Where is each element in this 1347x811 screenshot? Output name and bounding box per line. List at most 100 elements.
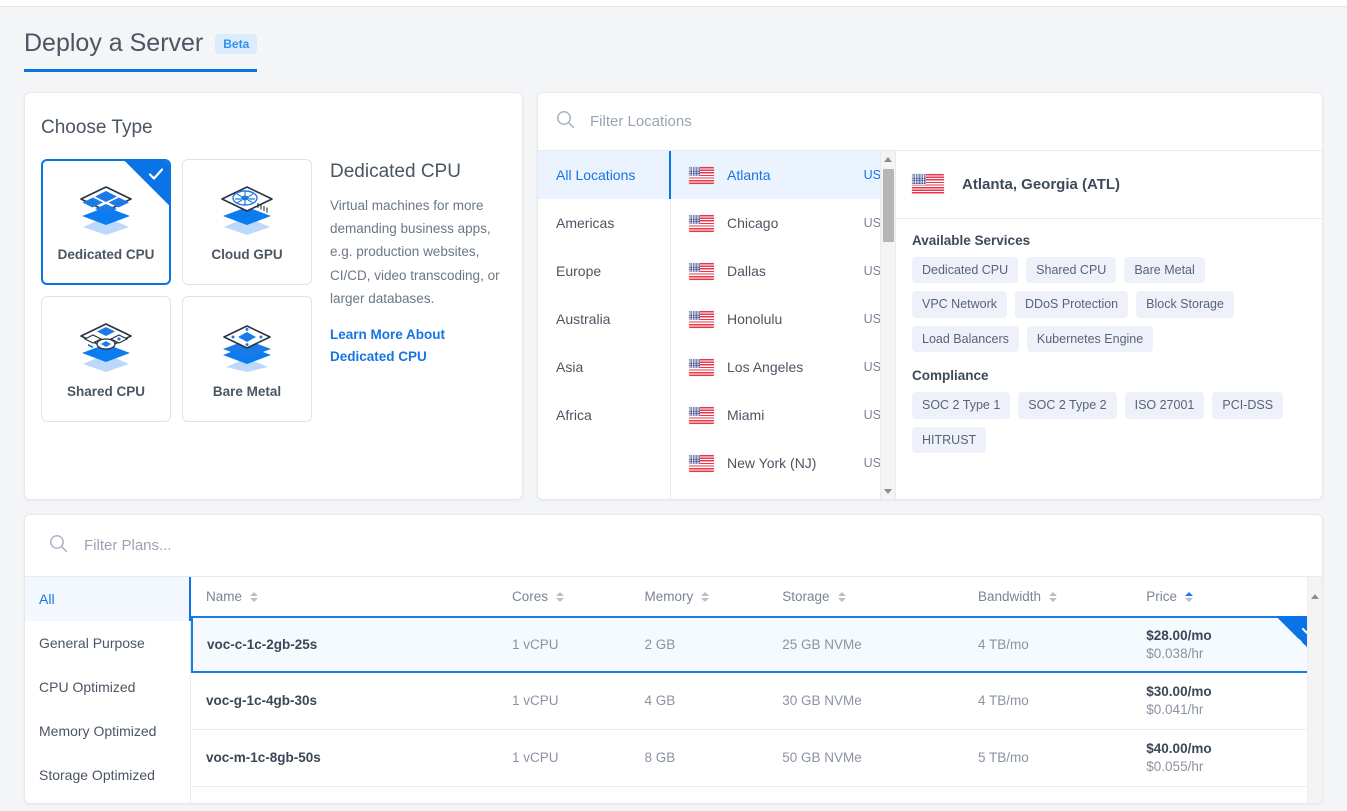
region-item-asia[interactable]: Asia	[538, 343, 670, 391]
service-chip: VPC Network	[912, 291, 1008, 318]
city-item-dallas[interactable]: Dallas US	[671, 247, 895, 295]
type-option-label: Bare Metal	[212, 383, 282, 399]
plan-name: voc-g-1c-4gb-30s	[192, 672, 498, 730]
plan-search-bar	[25, 515, 1322, 577]
scroll-down-arrow-icon[interactable]	[884, 483, 892, 499]
table-row[interactable]: voc-c-1c-2gb-25s 1 vCPU 2 GB 25 GB NVMe …	[191, 616, 1322, 673]
column-header-price[interactable]: Price	[1132, 577, 1321, 618]
column-label: Price	[1146, 589, 1178, 604]
sort-icon[interactable]	[701, 591, 710, 602]
plan-category-memory-optimized[interactable]: Memory Optimized	[25, 709, 190, 753]
region-item-all-locations[interactable]: All Locations	[538, 151, 671, 199]
column-header-name[interactable]: Name	[192, 577, 498, 618]
column-header-bandwidth[interactable]: Bandwidth	[964, 577, 1133, 618]
plan-category-storage-optimized[interactable]: Storage Optimized	[25, 753, 190, 797]
search-icon	[556, 110, 575, 134]
scroll-up-arrow-icon[interactable]	[1311, 577, 1319, 599]
beta-badge: Beta	[215, 33, 258, 54]
location-details-panel: Atlanta, Georgia (ATL) Available Service…	[896, 151, 1322, 499]
city-country-code: US	[863, 360, 881, 374]
city-item-chicago[interactable]: Chicago US	[671, 199, 895, 247]
available-services-heading: Available Services	[912, 233, 1031, 248]
plan-storage: 25 GB NVMe	[768, 616, 965, 673]
region-label: Asia	[556, 359, 584, 375]
compliance-chip: HITRUST	[912, 426, 987, 453]
plan-category-general-purpose[interactable]: General Purpose	[25, 621, 190, 665]
type-option-dedicated-cpu[interactable]: Dedicated CPU	[41, 159, 171, 285]
sort-icon[interactable]	[1049, 591, 1058, 602]
column-header-storage[interactable]: Storage	[768, 577, 965, 618]
bare-metal-icon	[216, 320, 278, 377]
us-flag-icon	[689, 166, 714, 184]
region-item-africa[interactable]: Africa	[538, 391, 670, 439]
plan-category-label: Storage Optimized	[39, 767, 155, 783]
city-item-miami[interactable]: Miami US	[671, 391, 895, 439]
plan-memory: 4 GB	[630, 672, 769, 730]
scrollbar-track[interactable]	[881, 167, 895, 483]
city-item-los-angeles[interactable]: Los Angeles US	[671, 343, 895, 391]
city-list-scrollbar[interactable]	[880, 151, 895, 499]
plans-card: All General Purpose CPU Optimized Memory…	[24, 514, 1323, 804]
region-item-americas[interactable]: Americas	[538, 199, 670, 247]
table-row[interactable]: voc-g-1c-4gb-30s 1 vCPU 4 GB 30 GB NVMe …	[192, 672, 1321, 730]
shared-cpu-icon	[75, 320, 137, 377]
plan-price: $28.00/mo $0.038/hr	[1132, 616, 1322, 673]
compliance-heading: Compliance	[912, 368, 989, 384]
type-option-label: Cloud GPU	[211, 246, 283, 262]
type-option-label: Shared CPU	[66, 383, 146, 399]
us-flag-icon	[689, 406, 714, 424]
learn-more-link[interactable]: Learn More About Dedicated CPU	[330, 324, 506, 367]
service-chip: Block Storage	[1136, 291, 1234, 318]
location-search-input[interactable]	[588, 112, 1304, 131]
type-option-shared-cpu[interactable]: Shared CPU	[41, 296, 171, 422]
region-item-europe[interactable]: Europe	[538, 247, 670, 295]
column-label: Bandwidth	[978, 589, 1042, 604]
plan-bandwidth: 4 TB/mo	[964, 672, 1133, 730]
search-icon	[49, 534, 68, 558]
plan-price-monthly: $40.00/mo	[1146, 741, 1212, 756]
city-item-new-york-nj[interactable]: New York (NJ) US	[671, 439, 895, 487]
selected-check-icon	[125, 161, 169, 205]
compliance-chip: PCI-DSS	[1212, 392, 1284, 419]
sort-icon[interactable]	[250, 591, 259, 602]
plan-memory: 8 GB	[630, 729, 769, 787]
plan-category-all[interactable]: All	[25, 577, 191, 621]
plans-table-scrollbar[interactable]	[1307, 577, 1322, 803]
service-chip: Shared CPU	[1026, 257, 1117, 284]
us-flag-icon	[912, 174, 944, 195]
city-list[interactable]: Atlanta US Chicago US Dallas US Honolulu…	[671, 151, 896, 499]
scrollbar-thumb[interactable]	[883, 169, 894, 242]
type-option-cloud-gpu[interactable]: Cloud GPU	[182, 159, 312, 285]
city-name: Chicago	[727, 215, 779, 231]
region-label: Africa	[556, 407, 592, 423]
service-chip: Load Balancers	[912, 325, 1019, 353]
city-item-atlanta[interactable]: Atlanta US	[671, 151, 895, 199]
column-header-memory[interactable]: Memory	[630, 577, 769, 618]
page-body: Deploy a Server Beta Choose Type Dedicat…	[0, 7, 1347, 804]
plan-cores: 1 vCPU	[497, 616, 631, 673]
choose-type-body: Dedicated CPU Cloud GPU Shared CPU Bare …	[41, 159, 506, 422]
table-row[interactable]: voc-m-1c-8gb-50s 1 vCPU 8 GB 50 GB NVMe …	[192, 729, 1321, 787]
sort-icon[interactable]	[837, 591, 846, 602]
service-chip: DDoS Protection	[1015, 291, 1129, 318]
type-option-bare-metal[interactable]: Bare Metal	[182, 296, 312, 422]
plan-category-cpu-optimized[interactable]: CPU Optimized	[25, 665, 190, 709]
deploy-server-tab[interactable]: Deploy a Server Beta	[24, 31, 258, 72]
scroll-up-arrow-icon[interactable]	[884, 151, 892, 167]
city-country-code: US	[863, 216, 881, 230]
city-name: Los Angeles	[727, 359, 804, 375]
plan-search-input[interactable]	[82, 536, 1298, 555]
city-item-honolulu[interactable]: Honolulu US	[671, 295, 895, 343]
choose-type-heading: Choose Type	[41, 117, 153, 138]
region-list: All Locations Americas Europe Australia …	[538, 151, 671, 499]
city-name: Miami	[727, 407, 765, 423]
type-option-label: Dedicated CPU	[57, 246, 155, 262]
city-name: New York (NJ)	[727, 455, 817, 471]
city-name: Atlanta	[727, 167, 771, 183]
region-item-australia[interactable]: Australia	[538, 295, 670, 343]
sort-icon[interactable]	[1185, 591, 1194, 602]
compliance-chips: SOC 2 Type 1 SOC 2 Type 2 ISO 27001 PCI-…	[912, 392, 1306, 453]
column-header-cores[interactable]: Cores	[497, 577, 631, 618]
city-country-code: US	[863, 168, 881, 182]
sort-icon[interactable]	[555, 591, 564, 602]
